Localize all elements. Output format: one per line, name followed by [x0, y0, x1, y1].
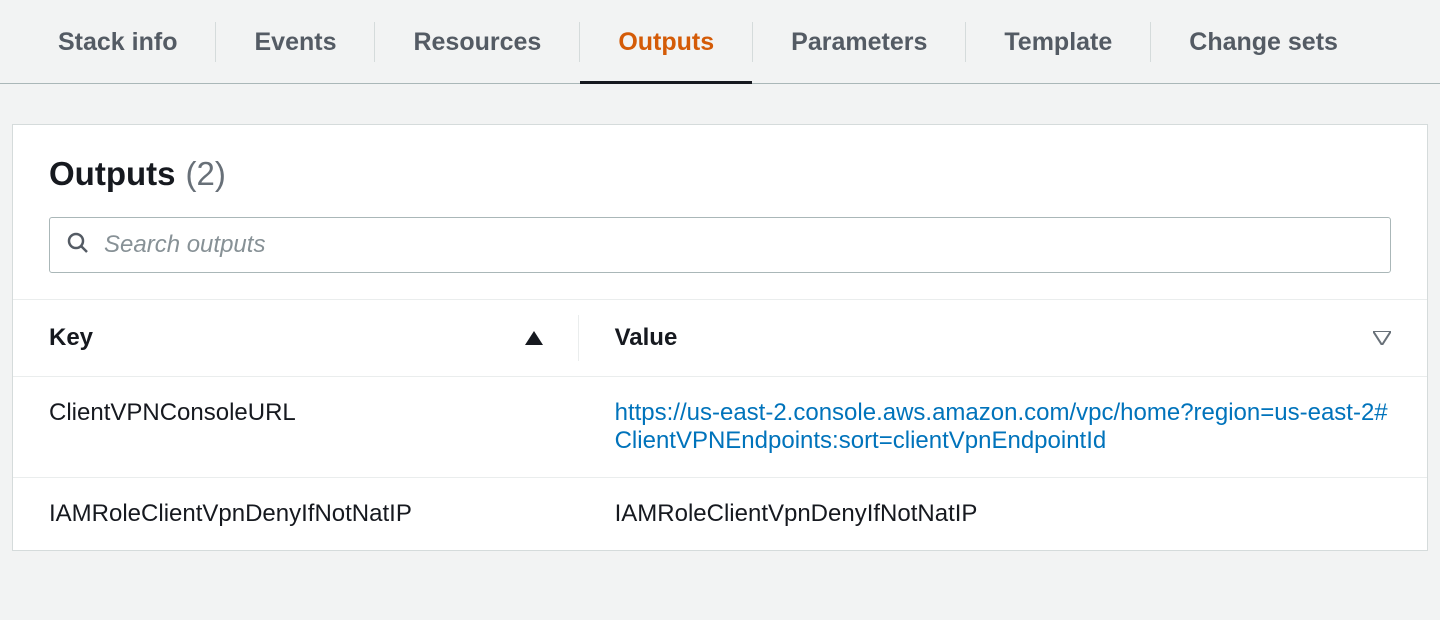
tab-parameters[interactable]: Parameters — [753, 0, 965, 83]
tabs-bar: Stack info Events Resources Outputs Para… — [0, 0, 1440, 84]
tab-template[interactable]: Template — [966, 0, 1150, 83]
sort-both-icon — [1373, 324, 1391, 352]
tab-resources[interactable]: Resources — [375, 0, 579, 83]
tab-events[interactable]: Events — [216, 0, 374, 83]
tab-outputs[interactable]: Outputs — [580, 0, 752, 83]
output-link[interactable]: https://us-east-2.console.aws.amazon.com… — [615, 399, 1388, 454]
column-header-value-label: Value — [615, 324, 678, 352]
cell-value: IAMRoleClientVpnDenyIfNotNatIP — [579, 478, 1427, 551]
tab-change-sets[interactable]: Change sets — [1151, 0, 1376, 83]
table-row: IAMRoleClientVpnDenyIfNotNatIP IAMRoleCl… — [13, 478, 1427, 551]
column-header-value[interactable]: Value — [579, 300, 1427, 377]
panel-count: (2) — [185, 155, 225, 193]
search-input[interactable] — [104, 231, 1374, 259]
outputs-table: Key Value — [13, 299, 1427, 550]
column-header-key[interactable]: Key — [13, 300, 579, 377]
tab-stack-info[interactable]: Stack info — [20, 0, 215, 83]
search-row — [13, 217, 1427, 299]
table-header-row: Key Value — [13, 300, 1427, 377]
cell-key: IAMRoleClientVpnDenyIfNotNatIP — [13, 478, 579, 551]
panel-header: Outputs (2) — [13, 125, 1427, 217]
search-icon — [66, 231, 90, 260]
table-row: ClientVPNConsoleURL https://us-east-2.co… — [13, 377, 1427, 478]
outputs-panel: Outputs (2) Key — [12, 124, 1428, 551]
panel-title: Outputs — [49, 155, 175, 193]
column-header-key-label: Key — [49, 324, 93, 352]
search-box[interactable] — [49, 217, 1391, 273]
cell-key: ClientVPNConsoleURL — [13, 377, 579, 478]
cell-value: https://us-east-2.console.aws.amazon.com… — [579, 377, 1427, 478]
sort-asc-icon — [525, 324, 543, 352]
